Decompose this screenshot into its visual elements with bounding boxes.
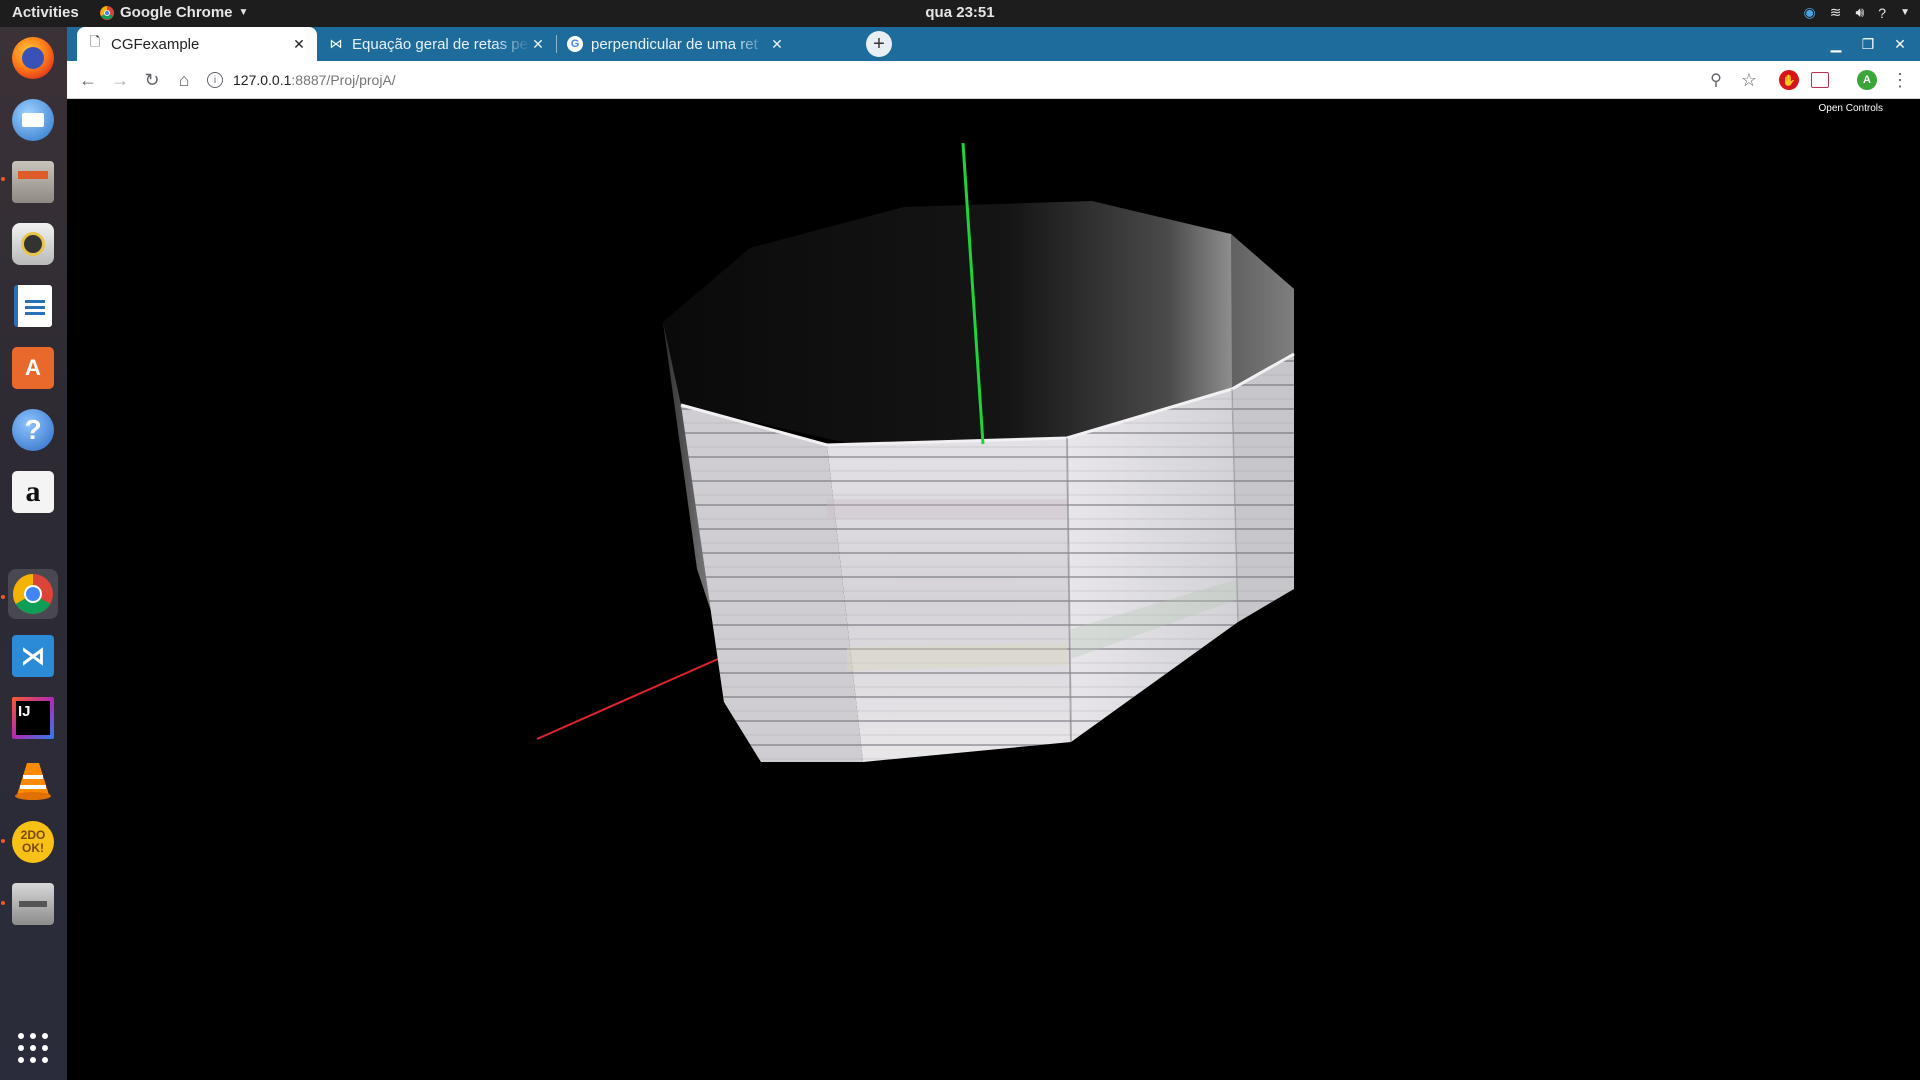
url-host: 127.0.0.1 [233,72,292,88]
system-top-bar: Activities Google Chrome ▼ qua 23:51 ◉ ≋… [0,0,1920,27]
thunderbird-icon [12,99,54,141]
tab-strip: 🗋 CGFexample ✕ ⋈ Equação geral de retas … [67,27,1920,61]
open-controls-button[interactable]: Open Controls [1814,101,1887,116]
dock-2do[interactable]: 2DO OK! [8,817,58,867]
scanner-icon [12,883,54,925]
system-tray[interactable]: ◉ ≋ 🔊︎ ? ▼ [1804,4,1910,21]
help-icon: ? [12,409,54,451]
dock-files[interactable] [8,157,58,207]
tab-perpendicular[interactable]: G perpendicular de uma ret ✕ [557,27,795,61]
dock: A ? a ⋊ IJ 2DO OK! [0,27,67,1080]
browser-toolbar: ← → ↻ ⌂ i 127.0.0.1:8887/Proj/projA/ ⚲ ☆… [67,61,1920,99]
app-name: Google Chrome [120,4,233,21]
dock-intellij[interactable]: IJ [8,693,58,743]
files-icon [12,161,54,203]
forward-button[interactable]: → [108,68,132,92]
dock-vscode[interactable]: ⋊ [8,631,58,681]
tab-close-icon[interactable]: ✕ [769,36,785,53]
close-window-button[interactable]: ✕ [1889,33,1911,55]
system-menu-caret-icon[interactable]: ▼ [1900,7,1910,18]
minimize-button[interactable]: ▁ [1825,33,1847,55]
tab-equacao[interactable]: ⋈ Equação geral de retas pe ✕ [318,27,556,61]
tab-title: CGFexample [111,35,200,53]
tab-close-icon[interactable]: ✕ [291,36,307,53]
rhythmbox-icon [12,223,54,265]
volume-icon[interactable]: 🔊︎ [1855,4,1864,21]
wifi-icon[interactable]: ≋ [1830,4,1842,21]
media-icon[interactable]: ◉ [1804,4,1816,21]
app-grid-icon [18,1033,48,1063]
vlc-icon [15,763,51,800]
tab-title: Equação geral de retas pe [352,35,528,53]
home-button[interactable]: ⌂ [172,68,196,92]
bookmark-star-icon[interactable]: ☆ [1737,68,1761,92]
address-bar[interactable]: i 127.0.0.1:8887/Proj/projA/ [207,66,1737,94]
webgl-canvas[interactable]: Open Controls [67,99,1920,1080]
activities-button[interactable]: Activities [12,4,79,21]
dock-software[interactable]: A [8,343,58,393]
profile-avatar[interactable]: A [1857,70,1877,90]
tab-title: perpendicular de uma ret [591,35,758,53]
adblock-extension-icon[interactable]: ✋ [1779,70,1799,90]
new-tab-button[interactable]: + [866,31,892,57]
page-icon: 🗋 [89,34,101,49]
clock[interactable]: qua 23:51 [925,4,994,21]
scene-render [536,142,1295,762]
caret-down-icon: ▼ [238,7,249,18]
dock-firefox[interactable] [8,33,58,83]
twodo-icon: 2DO OK! [12,821,54,863]
zoom-icon[interactable]: ⚲ [1704,68,1728,92]
menu-kebab-icon[interactable]: ⋮ [1888,68,1912,92]
dock-amazon[interactable]: a [8,467,58,517]
dock-help[interactable]: ? [8,405,58,455]
chrome-small-icon [100,5,114,20]
amazon-icon: a [12,471,54,513]
restore-button[interactable]: ❐ [1857,33,1879,55]
tab-cgfexample[interactable]: 🗋 CGFexample ✕ [77,27,317,61]
dock-writer[interactable] [8,281,58,331]
dock-scanner[interactable] [8,879,58,929]
site-favicon-icon: ⋈ [329,36,343,51]
dock-chrome[interactable] [8,569,58,619]
back-button[interactable]: ← [76,68,100,92]
vscode-icon: ⋊ [12,635,54,677]
site-info-icon[interactable]: i [207,72,223,88]
dock-thunderbird[interactable] [8,95,58,145]
cast-extension-icon[interactable] [1811,72,1829,88]
battery-unknown-icon[interactable]: ? [1878,5,1886,21]
software-center-icon: A [12,347,54,389]
dock-rhythmbox[interactable] [8,219,58,269]
google-icon: G [567,36,583,52]
libreoffice-writer-icon [14,285,52,327]
chrome-icon [13,574,53,614]
reload-button[interactable]: ↻ [140,68,164,92]
app-menu[interactable]: Google Chrome ▼ [100,4,248,21]
firefox-icon [12,37,54,79]
dock-vlc[interactable] [8,755,58,805]
x-axis-line [536,658,719,740]
intellij-icon: IJ [12,697,54,739]
show-applications-button[interactable] [8,1023,58,1073]
tab-close-icon[interactable]: ✕ [530,36,546,53]
url-path: :8887/Proj/projA/ [291,72,396,88]
